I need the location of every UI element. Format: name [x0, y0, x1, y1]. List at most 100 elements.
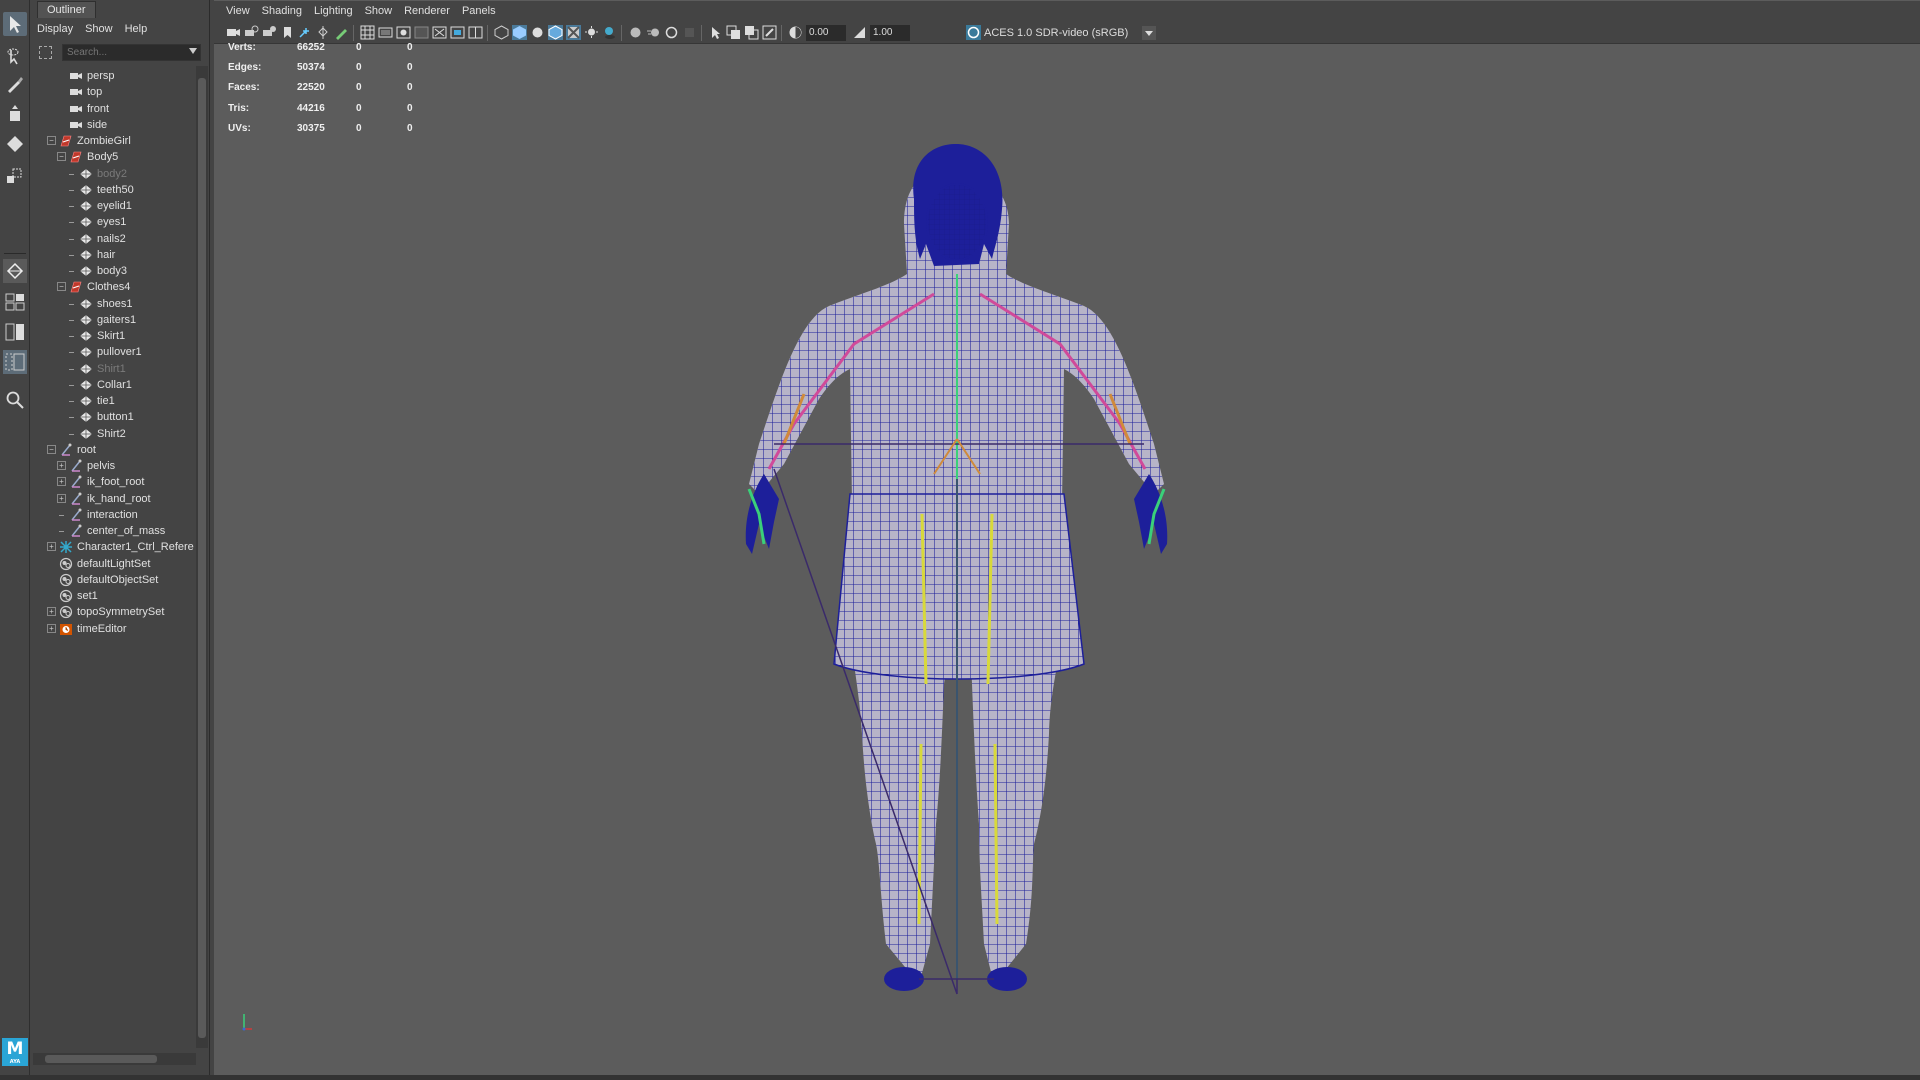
xray-icon[interactable]	[726, 25, 741, 40]
rotate-tool-icon[interactable]	[3, 132, 27, 156]
outliner-menu-display[interactable]: Display	[31, 19, 79, 39]
textured-icon[interactable]	[566, 25, 581, 40]
outliner-menu-bar: Display Show Help	[31, 19, 210, 39]
view-transform-dropdown[interactable]	[1142, 26, 1156, 40]
shadows-icon[interactable]	[602, 25, 617, 40]
select-tool-icon[interactable]	[3, 12, 27, 36]
outliner-menu-show[interactable]: Show	[79, 19, 119, 39]
viewport-menu-shading[interactable]: Shading	[256, 1, 308, 22]
hud-selected: 0	[356, 102, 362, 114]
joint-icon	[69, 524, 83, 538]
mesh-icon	[79, 167, 93, 181]
camera-icon	[69, 118, 83, 132]
select-camera-icon[interactable]	[226, 25, 241, 40]
collapse-icon[interactable]: −	[57, 152, 66, 162]
grease-pencil-icon[interactable]	[316, 25, 331, 40]
outliner-search-input[interactable]	[62, 44, 201, 61]
scroll-thumb[interactable]	[198, 78, 206, 1038]
single-perspective-layout-icon[interactable]	[3, 259, 27, 283]
xray-joints-icon[interactable]	[762, 25, 777, 40]
wireframe-icon[interactable]	[494, 25, 509, 40]
field-chart-icon[interactable]	[432, 25, 447, 40]
pencil-icon[interactable]	[334, 25, 349, 40]
multisample-anti-aliasing-icon[interactable]	[664, 25, 679, 40]
filter-icon[interactable]	[39, 46, 52, 59]
move-tool-icon[interactable]	[3, 102, 27, 126]
collapse-icon[interactable]: −	[47, 136, 56, 145]
hud-row: UVs: 30375 0 0	[228, 121, 488, 141]
outliner-horizontal-scrollbar[interactable]	[33, 1053, 196, 1065]
mesh-icon	[79, 264, 93, 278]
expand-icon[interactable]: +	[57, 493, 66, 503]
viewport-3d-canvas[interactable]: persp	[214, 44, 1920, 1075]
hud-label: UVs:	[228, 122, 251, 134]
screen-space-ambient-occlusion-icon[interactable]	[628, 25, 643, 40]
collapse-icon[interactable]: −	[47, 444, 56, 454]
outliner-tab[interactable]: Outliner	[37, 1, 96, 18]
group-icon	[69, 150, 83, 164]
outliner-item-label: timeEditor	[77, 622, 127, 635]
tree-connector	[69, 238, 74, 240]
paint-select-tool-icon[interactable]	[3, 72, 27, 96]
film-gate-icon[interactable]	[378, 25, 393, 40]
outliner-vertical-scrollbar[interactable]	[196, 66, 208, 1048]
outliner-item[interactable]: + timeEditor	[31, 619, 196, 639]
hud-total: 22520	[297, 82, 325, 94]
bookmarks-icon[interactable]	[262, 25, 277, 40]
viewport-menu-view[interactable]: View	[220, 1, 256, 22]
smooth-shade-icon[interactable]	[512, 25, 527, 40]
safe-action-icon[interactable]	[450, 25, 465, 40]
viewport-menu-renderer[interactable]: Renderer	[398, 1, 456, 22]
tree-connector	[69, 384, 74, 386]
tree-connector	[69, 206, 74, 207]
expand-icon[interactable]: +	[47, 542, 56, 552]
collapse-icon[interactable]: −	[57, 282, 66, 292]
image-plane-icon[interactable]	[280, 25, 295, 40]
exposure-field[interactable]: 0.00	[806, 25, 846, 41]
safe-title-icon[interactable]	[468, 25, 483, 40]
toolbox: M AYA	[0, 0, 30, 1080]
viewport-menu-lighting[interactable]: Lighting	[308, 1, 359, 22]
scale-tool-icon[interactable]	[3, 163, 27, 187]
wireframe-on-shaded-icon[interactable]	[548, 25, 563, 40]
zombie-girl-wireframe-model[interactable]	[214, 44, 1920, 1075]
lasso-tool-icon[interactable]	[3, 44, 27, 68]
four-view-layout-icon[interactable]	[3, 290, 27, 314]
mesh-icon	[79, 297, 93, 311]
resolution-gate-icon[interactable]	[396, 25, 411, 40]
exposure-icon[interactable]	[788, 25, 803, 40]
motion-blur-icon[interactable]	[646, 25, 661, 40]
grid-icon[interactable]	[360, 25, 375, 40]
mesh-icon	[79, 232, 93, 246]
2d-pan-zoom-icon[interactable]	[298, 25, 313, 40]
depth-of-field-icon[interactable]	[682, 25, 697, 40]
use-all-lights-icon[interactable]	[584, 25, 599, 40]
outliner-persp-layout-icon[interactable]	[3, 350, 27, 374]
search-icon[interactable]	[3, 388, 27, 412]
set-icon	[59, 605, 73, 619]
outliner-menu-help[interactable]: Help	[119, 19, 154, 39]
isolate-select-icon[interactable]	[708, 25, 723, 40]
chevron-down-icon[interactable]	[189, 48, 197, 54]
tree-connector	[69, 222, 74, 224]
expand-icon[interactable]: +	[47, 623, 56, 633]
expand-icon[interactable]: +	[57, 461, 66, 470]
viewport-menu-show[interactable]: Show	[359, 1, 399, 22]
viewport-menu-panels[interactable]: Panels	[456, 1, 502, 22]
gate-mask-icon[interactable]	[414, 25, 429, 40]
camera-attributes-icon[interactable]	[244, 25, 259, 40]
gamma-field[interactable]: 1.00	[870, 25, 910, 41]
gamma-icon[interactable]	[852, 25, 867, 40]
outliner-tree: persp top front side − ZombieGirl − Body5 body2 t…	[31, 66, 196, 1041]
viewport-panel[interactable]: View Shading Lighting Show Renderer Pane…	[214, 0, 1920, 1075]
scroll-thumb[interactable]	[45, 1055, 157, 1063]
two-pane-layout-icon[interactable]	[3, 320, 27, 344]
expand-icon[interactable]: +	[47, 607, 56, 617]
use-default-material-icon[interactable]	[530, 25, 545, 40]
hud-selected: 0	[356, 122, 362, 134]
expand-icon[interactable]: +	[57, 477, 66, 487]
view-transform-label[interactable]: ACES 1.0 SDR-video (sRGB)	[984, 25, 1128, 41]
set-icon	[59, 557, 73, 571]
xray-active-components-icon[interactable]	[744, 25, 759, 40]
color-management-icon[interactable]	[966, 25, 981, 40]
